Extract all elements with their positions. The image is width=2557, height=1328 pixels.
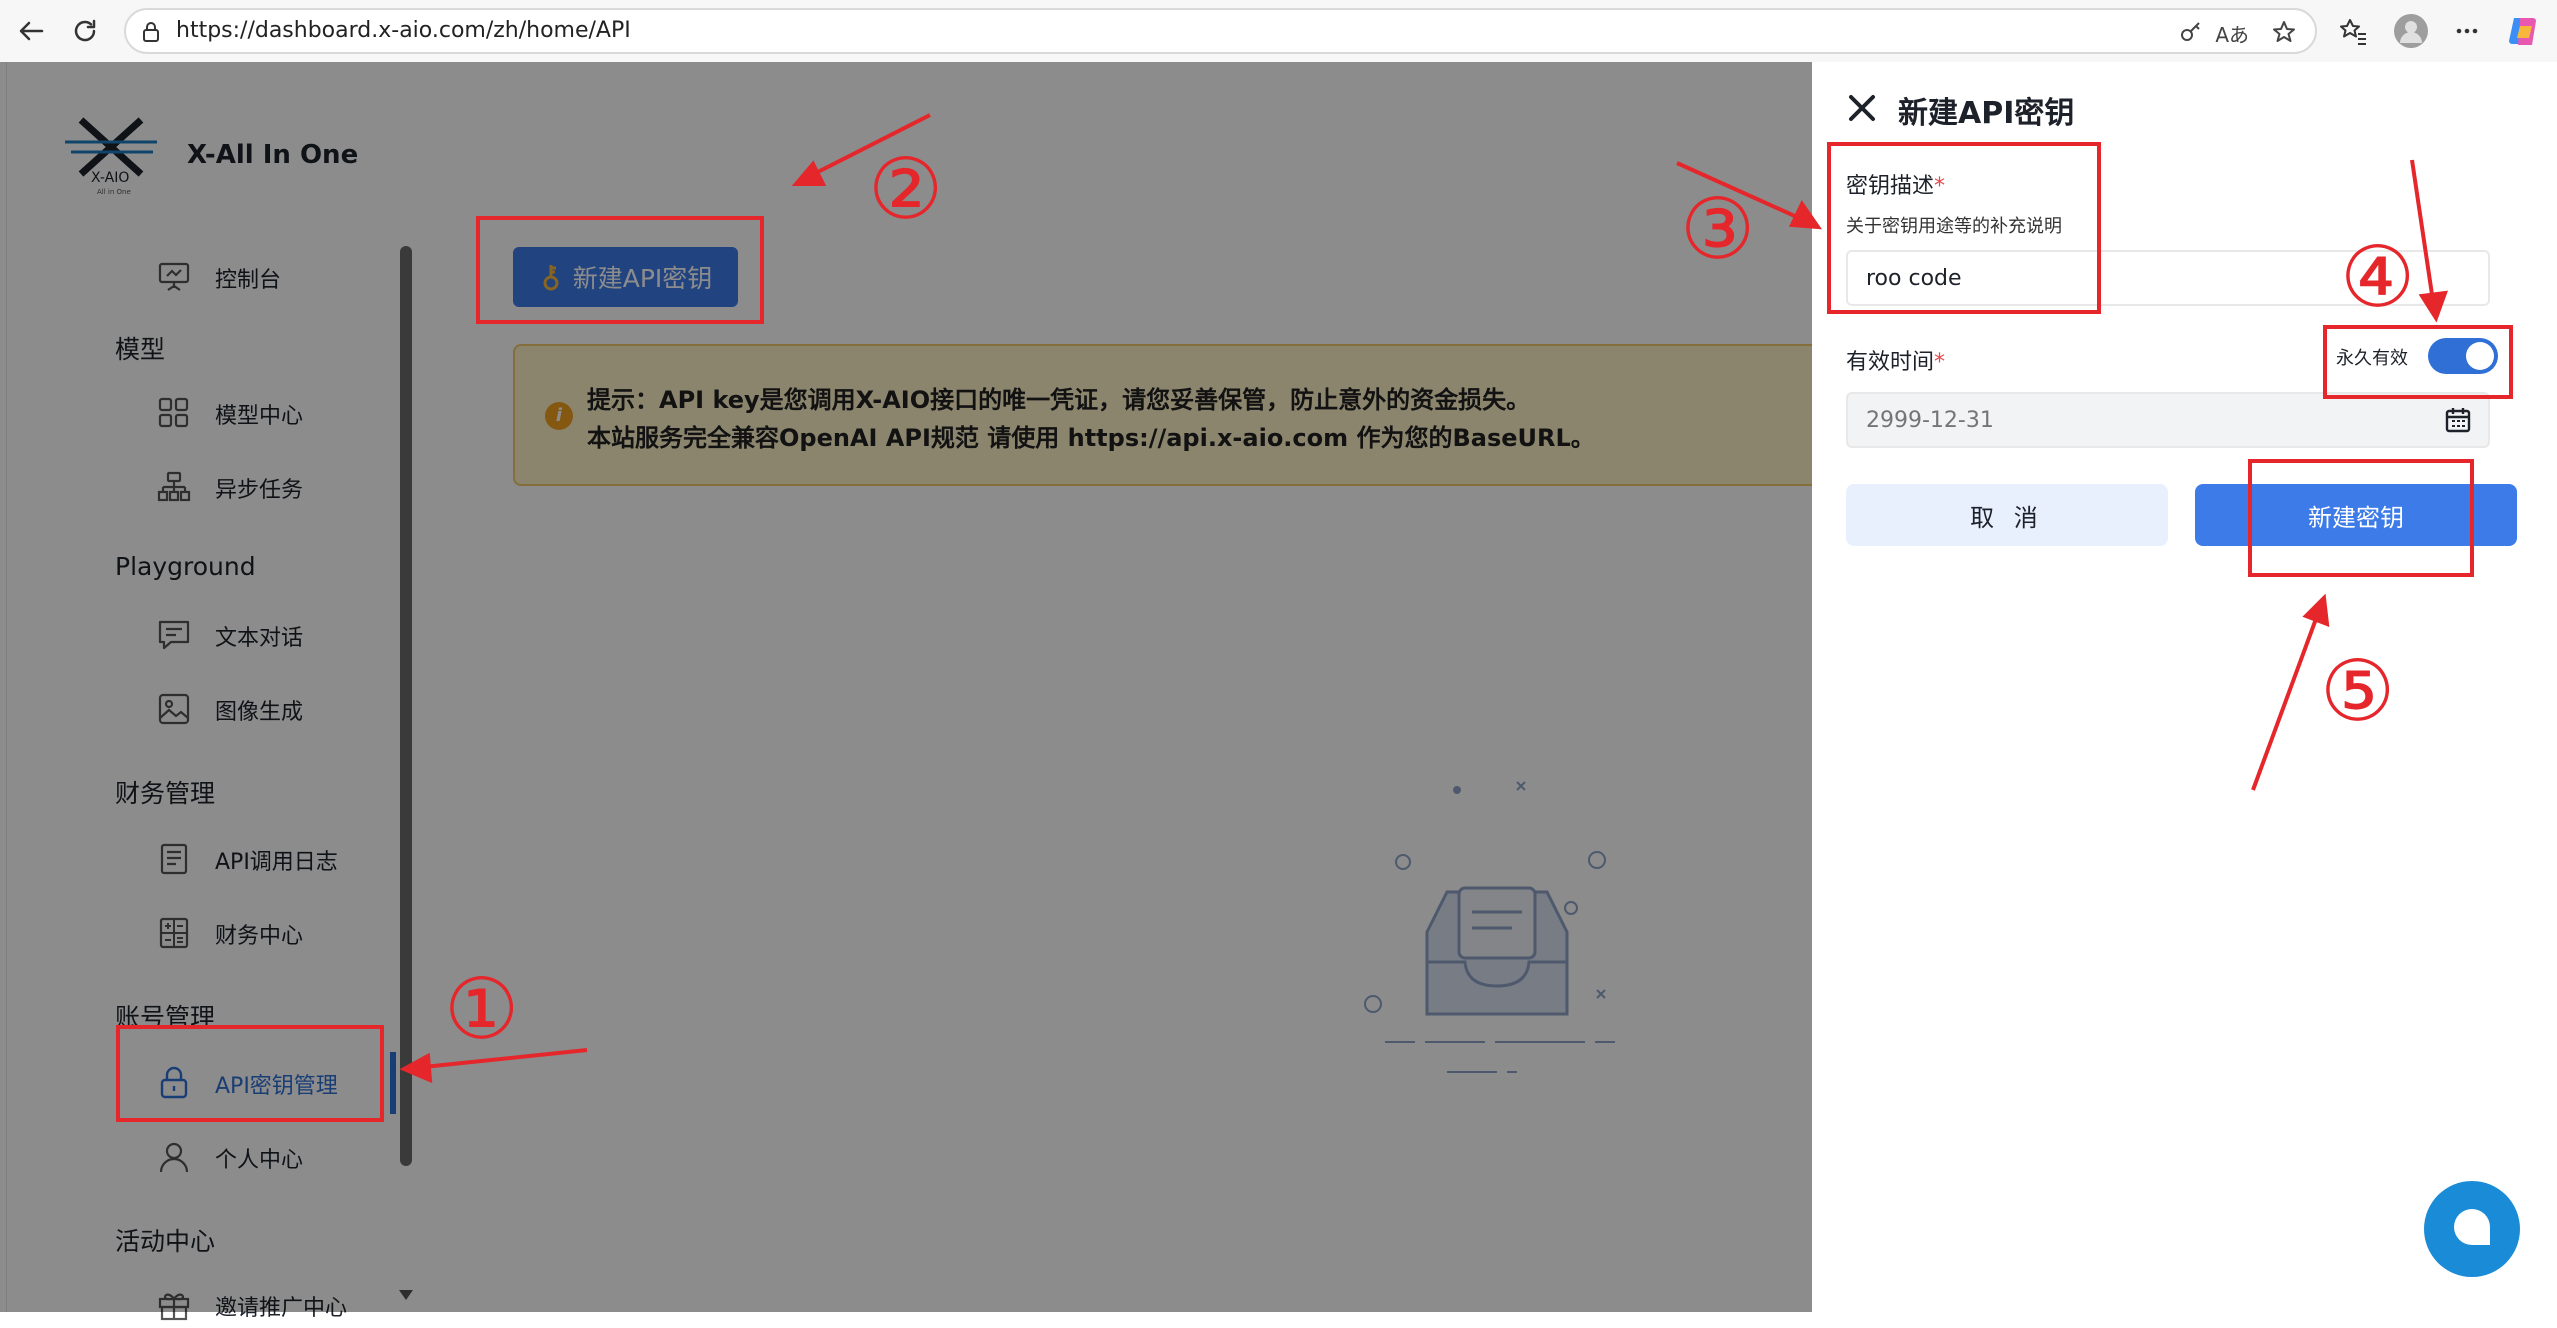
reload-icon[interactable]	[64, 10, 106, 52]
expiry-label: 有效时间*	[1846, 344, 1945, 376]
required-mark: *	[1934, 174, 1946, 199]
permanent-toggle[interactable]	[2428, 338, 2498, 374]
address-bar[interactable]: https://dashboard.x-aio.com/zh/home/API …	[124, 8, 2317, 54]
calendar-icon[interactable]	[2444, 406, 2472, 434]
browser-toolbar: https://dashboard.x-aio.com/zh/home/API …	[0, 0, 2557, 62]
expiry-label-text: 有效时间	[1846, 350, 1935, 375]
lock-icon[interactable]	[140, 21, 162, 43]
drawer-title: 新建API密钥	[1898, 96, 2075, 131]
copilot-icon[interactable]	[2504, 12, 2542, 50]
star-icon[interactable]	[2271, 19, 2297, 45]
desc-help-text: 关于密钥用途等的补充说明	[1846, 216, 2062, 237]
toggle-knob	[2466, 342, 2494, 370]
url-text[interactable]: https://dashboard.x-aio.com/zh/home/API	[176, 18, 631, 43]
modal-overlay[interactable]	[0, 62, 1812, 1312]
desc-label-text: 密钥描述	[1846, 174, 1935, 199]
chat-bubble-icon	[2454, 1209, 2490, 1245]
create-key-drawer: 新建API密钥 密钥描述* 关于密钥用途等的补充说明 有效时间* 永久有效 取 …	[1812, 62, 2557, 1312]
translate-icon[interactable]: Aあ	[2215, 19, 2249, 48]
required-mark: *	[1934, 350, 1946, 375]
key-icon[interactable]	[2179, 20, 2203, 44]
desc-input[interactable]	[1846, 250, 2490, 306]
desc-label: 密钥描述*	[1846, 168, 1945, 200]
close-icon[interactable]	[1846, 92, 1878, 124]
expiry-date-input[interactable]	[1846, 392, 2490, 448]
back-icon[interactable]	[10, 10, 52, 52]
permanent-label: 永久有效	[2336, 348, 2408, 369]
more-menu-icon[interactable]	[2448, 12, 2486, 50]
create-key-button[interactable]: 新建密钥	[2195, 484, 2517, 546]
profile-avatar-icon[interactable]	[2392, 12, 2430, 50]
chat-support-button[interactable]	[2424, 1181, 2520, 1277]
favorites-icon[interactable]	[2334, 12, 2372, 50]
cancel-button[interactable]: 取 消	[1846, 484, 2168, 546]
